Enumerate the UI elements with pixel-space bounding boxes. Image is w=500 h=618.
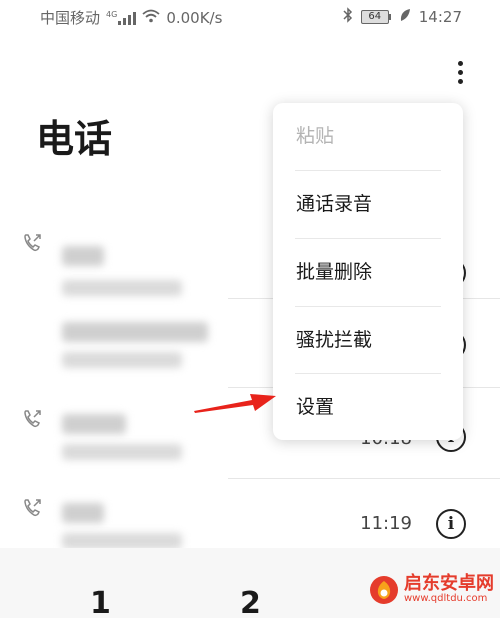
dial-key-2[interactable]: 2 bbox=[240, 586, 261, 618]
menu-item-paste: 粘贴 bbox=[296, 125, 335, 147]
watermark-logo-icon bbox=[370, 576, 398, 604]
signal-icon: 4G bbox=[106, 9, 137, 25]
page-title: 电话 bbox=[36, 117, 113, 161]
info-icon[interactable]: i bbox=[436, 509, 466, 539]
call-time: 11:19 bbox=[360, 513, 412, 534]
site-watermark: 启东安卓网 www.qdltdu.com bbox=[368, 574, 494, 606]
contact-detail bbox=[62, 352, 182, 368]
status-bar: 中国移动 4G 0.00K/s 64 14:27 bbox=[0, 0, 500, 34]
leaf-icon bbox=[399, 8, 411, 26]
battery-level: 64 bbox=[360, 10, 389, 24]
wifi-icon bbox=[142, 9, 160, 27]
call-outgoing-icon bbox=[22, 408, 44, 430]
carrier-label: 中国移动 bbox=[40, 9, 101, 27]
bluetooth-icon bbox=[343, 7, 353, 27]
overflow-menu: 粘贴 通话录音 批量删除 骚扰拦截 设置 bbox=[273, 103, 463, 440]
status-left: 中国移动 4G 0.00K/s bbox=[40, 7, 222, 28]
contact-name bbox=[62, 246, 104, 266]
network-speed: 0.00K/s bbox=[166, 8, 223, 27]
contact-name bbox=[62, 503, 104, 523]
contact-name bbox=[62, 414, 126, 434]
menu-item-batch-delete[interactable]: 批量删除 bbox=[273, 239, 463, 306]
menu-item-harassment-block[interactable]: 骚扰拦截 bbox=[273, 307, 463, 374]
more-vertical-icon[interactable] bbox=[448, 55, 472, 89]
network-type: 4G bbox=[106, 9, 118, 19]
battery-icon: 64 bbox=[360, 10, 391, 24]
contact-detail bbox=[62, 444, 182, 460]
contact-detail bbox=[62, 280, 182, 296]
contact-name bbox=[62, 322, 208, 342]
menu-item-call-recording[interactable]: 通话录音 bbox=[273, 171, 463, 238]
clock: 14:27 bbox=[418, 8, 462, 26]
annotation-arrow-icon bbox=[194, 394, 276, 413]
call-outgoing-icon bbox=[22, 232, 44, 254]
status-right: 64 14:27 bbox=[343, 7, 462, 27]
watermark-title: 启东安卓网 bbox=[404, 573, 494, 595]
row-divider bbox=[228, 478, 500, 479]
call-outgoing-icon bbox=[22, 497, 44, 519]
menu-item-settings[interactable]: 设置 bbox=[273, 374, 463, 441]
dial-key-1[interactable]: 1 bbox=[90, 586, 111, 618]
watermark-url: www.qdltdu.com bbox=[404, 593, 488, 605]
contact-detail bbox=[62, 533, 182, 549]
